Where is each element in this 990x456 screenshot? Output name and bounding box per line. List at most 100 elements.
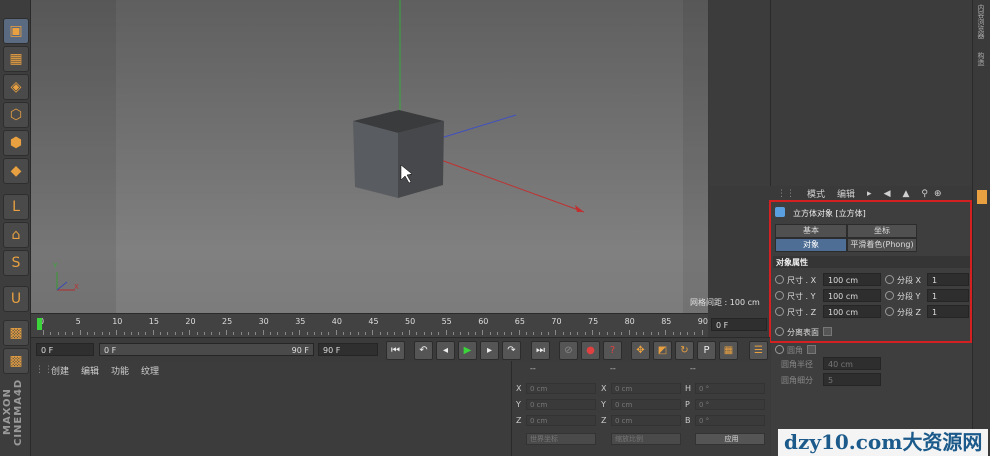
menu-create[interactable]: 创建 — [51, 364, 69, 377]
rotate-key-icon[interactable]: ↻ — [675, 341, 694, 360]
snap-icon[interactable]: S — [3, 250, 29, 276]
attributes-tab-marker[interactable] — [977, 190, 987, 204]
magnet-icon[interactable]: U — [3, 286, 29, 312]
timeline-tick — [701, 330, 703, 335]
menu-mode[interactable]: 模式 — [807, 187, 825, 200]
next-frame-icon[interactable]: ▸ — [480, 341, 499, 360]
scale-mode-dropdown[interactable]: 缩放比例 — [611, 433, 681, 445]
timeline-tick — [379, 332, 381, 335]
size-x-coord-input[interactable]: 0 cm — [611, 383, 681, 394]
menu-function[interactable]: 功能 — [111, 364, 129, 377]
polygon-mode-icon[interactable]: ◈ — [3, 74, 29, 100]
rotation-p-input[interactable]: 0 ° — [695, 399, 765, 410]
record-icon[interactable]: ● — [581, 341, 600, 360]
timeline-tick — [423, 332, 425, 335]
lock-grid-icon[interactable]: ▩ — [3, 320, 29, 346]
position-x-input[interactable]: 0 cm — [526, 383, 596, 394]
start-frame-field[interactable]: 0 F — [36, 343, 94, 356]
lock-icon[interactable]: ⊕ — [934, 189, 942, 199]
timeline-tick — [657, 332, 659, 335]
prev-key-icon[interactable]: ↶ — [414, 341, 433, 360]
rotation-b-input[interactable]: 0 ° — [695, 415, 765, 426]
timeline-tick — [284, 332, 286, 335]
arrow-right-icon[interactable]: ▸ — [867, 189, 872, 199]
timeline-tick-label: 5 — [75, 317, 81, 326]
pla-key-icon[interactable]: ▦ — [719, 341, 738, 360]
timeline-tick — [72, 332, 74, 335]
record-disabled-icon[interactable]: ⊘ — [559, 341, 578, 360]
timeline-tick — [167, 332, 169, 335]
menu-edit[interactable]: 编辑 — [837, 187, 855, 200]
timeline-tick-label: 55 — [441, 317, 452, 326]
timeline-tick — [650, 332, 652, 335]
up-arrow-icon[interactable]: ▲ — [902, 189, 909, 199]
param-key-icon[interactable]: P — [697, 341, 716, 360]
timeline-window-icon[interactable]: ☰ — [749, 341, 768, 360]
timeline-tick — [79, 330, 81, 335]
tab-structure[interactable]: 构造 — [976, 52, 986, 66]
timeline-tick — [628, 330, 630, 335]
apply-button[interactable]: 应用 — [695, 433, 765, 445]
auto-key-icon[interactable]: ? — [603, 341, 622, 360]
back-arrow-icon[interactable]: ◀ — [884, 189, 891, 199]
menu-texture[interactable]: 纹理 — [141, 364, 159, 377]
object-manager[interactable] — [709, 0, 972, 186]
radio-icon[interactable] — [775, 345, 784, 354]
timeline-tick — [694, 332, 696, 335]
timeline-tick — [350, 332, 352, 335]
mouse-tool-icon[interactable]: ⌂ — [3, 222, 29, 248]
prev-frame-icon[interactable]: ◂ — [436, 341, 455, 360]
fillet-subdiv-label: 圆角细分 — [781, 376, 813, 385]
play-icon[interactable]: ▶ — [458, 341, 477, 360]
fillet-subdiv-input[interactable]: 5 — [823, 373, 881, 386]
workplane-icon[interactable]: L — [3, 194, 29, 220]
render-grid-icon[interactable]: ▩ — [3, 348, 29, 374]
timeline-tick — [409, 330, 410, 335]
timeline-tick — [64, 332, 66, 335]
timeline-tick — [643, 332, 645, 335]
range-slider[interactable]: 0 F 90 F — [99, 343, 314, 356]
current-frame-field[interactable]: 0 F — [711, 318, 767, 331]
position-z-input[interactable]: 0 cm — [526, 415, 596, 426]
timeline-tick — [357, 332, 359, 335]
goto-start-icon[interactable]: ⏮ — [386, 341, 405, 360]
position-y-input[interactable]: 0 cm — [526, 399, 596, 410]
next-key-icon[interactable]: ↷ — [502, 341, 521, 360]
timeline-tick — [570, 332, 572, 335]
timeline-tick — [599, 332, 601, 335]
timeline-tick — [343, 332, 345, 335]
move-key-icon[interactable]: ✥ — [631, 341, 650, 360]
coord-header-size: -- — [610, 364, 616, 373]
timeline-tick-label: 65 — [514, 317, 525, 326]
timeline-tick — [269, 332, 271, 335]
playhead[interactable] — [37, 318, 42, 330]
rotation-h-input[interactable]: 0 ° — [695, 383, 765, 394]
search-icon[interactable]: ⚲ — [921, 189, 928, 199]
cube-object-icon[interactable]: ▣ — [3, 18, 29, 44]
timeline-ruler[interactable]: 051015202530354045505560657075808590 — [31, 313, 708, 338]
viewport[interactable] — [31, 0, 708, 313]
world-coord-dropdown[interactable]: 世界坐标 — [526, 433, 596, 445]
point-mode-icon[interactable]: ⬢ — [3, 130, 29, 156]
size-y-coord-input[interactable]: 0 cm — [611, 399, 681, 410]
timeline-tick — [665, 330, 667, 335]
timeline-tick — [328, 332, 330, 335]
timeline-tick — [401, 332, 403, 335]
scale-key-icon[interactable]: ◩ — [653, 341, 672, 360]
coord-label-b: B — [685, 416, 691, 425]
goto-end-icon[interactable]: ⏭ — [531, 341, 550, 360]
fillet-checkbox[interactable] — [807, 345, 816, 354]
fillet-radius-input[interactable]: 40 cm — [823, 357, 881, 370]
menu-edit-material[interactable]: 编辑 — [81, 364, 99, 377]
tab-content-browser[interactable]: 内容浏览器 — [976, 4, 986, 39]
timeline-tick — [160, 332, 162, 335]
edge-mode-icon[interactable]: ◆ — [3, 158, 29, 184]
grip-icon: ⋮⋮ — [777, 188, 795, 199]
timeline-tick — [335, 330, 337, 335]
timeline-tick — [562, 332, 564, 335]
model-mode-icon[interactable]: ⬡ — [3, 102, 29, 128]
end-frame-field[interactable]: 90 F — [318, 343, 378, 356]
texture-mode-icon[interactable]: ▦ — [3, 46, 29, 72]
size-z-coord-input[interactable]: 0 cm — [611, 415, 681, 426]
timeline-tick — [387, 332, 389, 335]
